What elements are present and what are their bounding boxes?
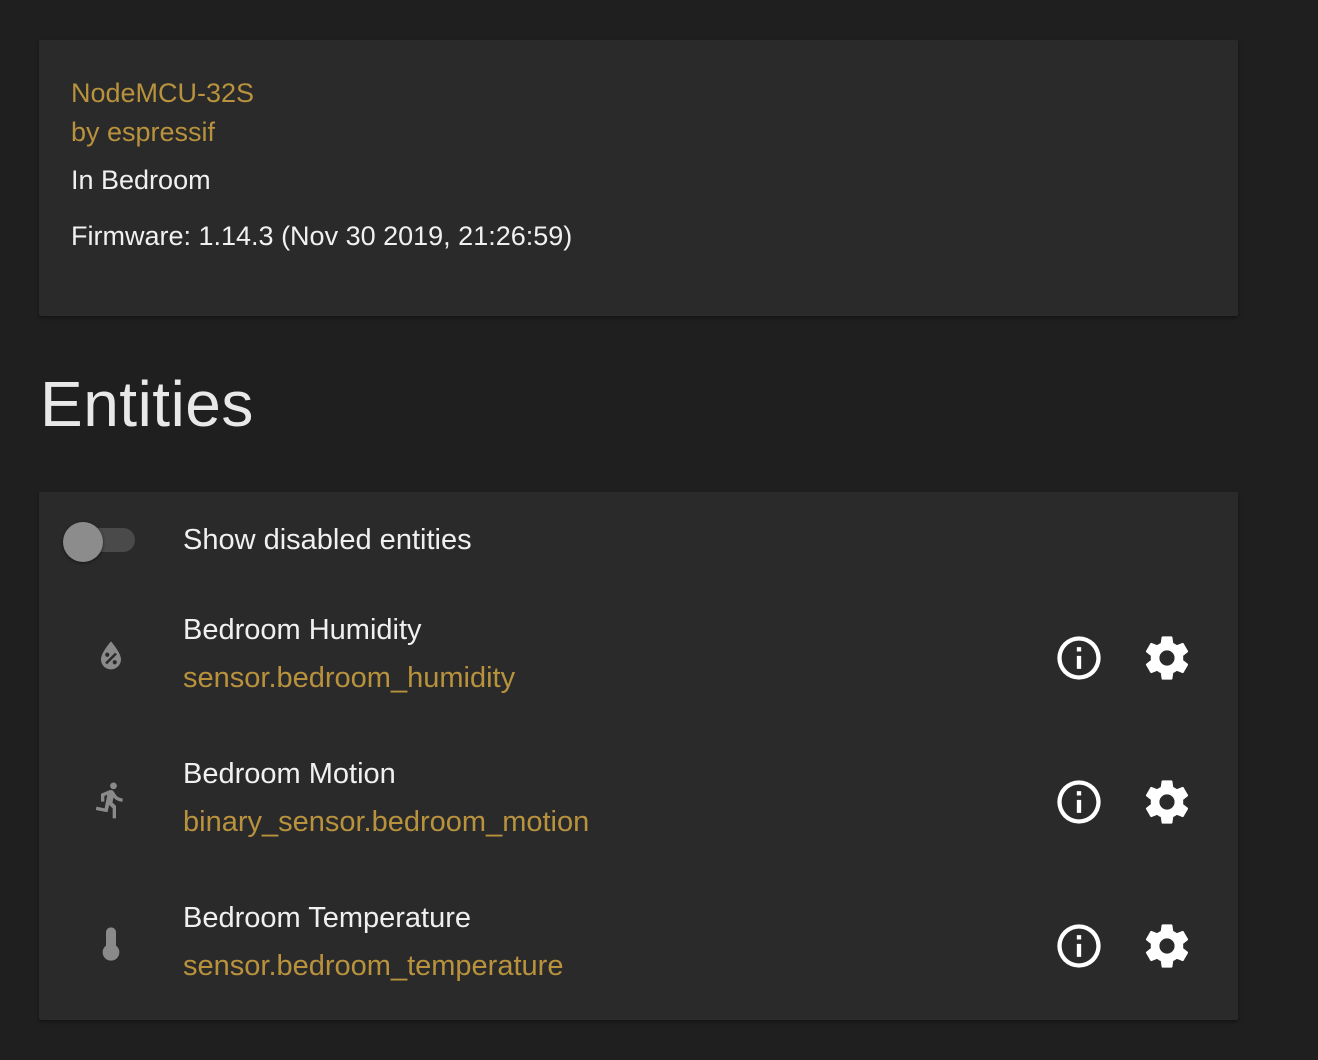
- entity-id: sensor.bedroom_humidity: [183, 662, 516, 694]
- info-button[interactable]: [1053, 776, 1105, 828]
- entity-id: sensor.bedroom_temperature: [183, 950, 564, 982]
- entity-id: binary_sensor.bedroom_motion: [183, 806, 590, 838]
- entity-name: Bedroom Motion: [183, 758, 396, 790]
- thermometer-icon: [91, 924, 131, 964]
- device-page: NodeMCU-32S by espressif In Bedroom Firm…: [0, 0, 1318, 1060]
- entity-row[interactable]: Bedroom Motion binary_sensor.bedroom_mot…: [39, 732, 1238, 876]
- toggle-thumb: [63, 522, 103, 562]
- gear-icon: [1145, 780, 1189, 824]
- entity-row[interactable]: Bedroom Humidity sensor.bedroom_humidity: [39, 588, 1238, 732]
- show-disabled-label: Show disabled entities: [183, 524, 472, 556]
- gear-icon: [1145, 636, 1189, 680]
- information-outline-icon: [1057, 780, 1101, 824]
- entity-row[interactable]: Bedroom Temperature sensor.bedroom_tempe…: [39, 876, 1238, 1020]
- water-percent-icon: [91, 636, 131, 676]
- device-manufacturer: by espressif: [71, 117, 216, 147]
- entities-card: Show disabled entities Bedroom Humidity …: [39, 492, 1238, 1020]
- settings-button[interactable]: [1141, 632, 1193, 684]
- entity-name: Bedroom Humidity: [183, 614, 422, 646]
- device-area: In Bedroom: [71, 165, 211, 195]
- device-info-card: NodeMCU-32S by espressif In Bedroom Firm…: [39, 40, 1238, 316]
- info-button[interactable]: [1053, 920, 1105, 972]
- entity-name: Bedroom Temperature: [183, 902, 472, 934]
- run-icon: [91, 780, 131, 820]
- show-disabled-row: Show disabled entities: [39, 492, 1238, 588]
- info-button[interactable]: [1053, 632, 1105, 684]
- settings-button[interactable]: [1141, 776, 1193, 828]
- device-model: NodeMCU-32S: [71, 78, 255, 108]
- information-outline-icon: [1057, 636, 1101, 680]
- information-outline-icon: [1057, 924, 1101, 968]
- entities-heading: Entities: [40, 368, 254, 440]
- settings-button[interactable]: [1141, 920, 1193, 972]
- show-disabled-toggle[interactable]: [63, 522, 135, 562]
- gear-icon: [1145, 924, 1189, 968]
- device-firmware: Firmware: 1.14.3 (Nov 30 2019, 21:26:59): [71, 221, 573, 251]
